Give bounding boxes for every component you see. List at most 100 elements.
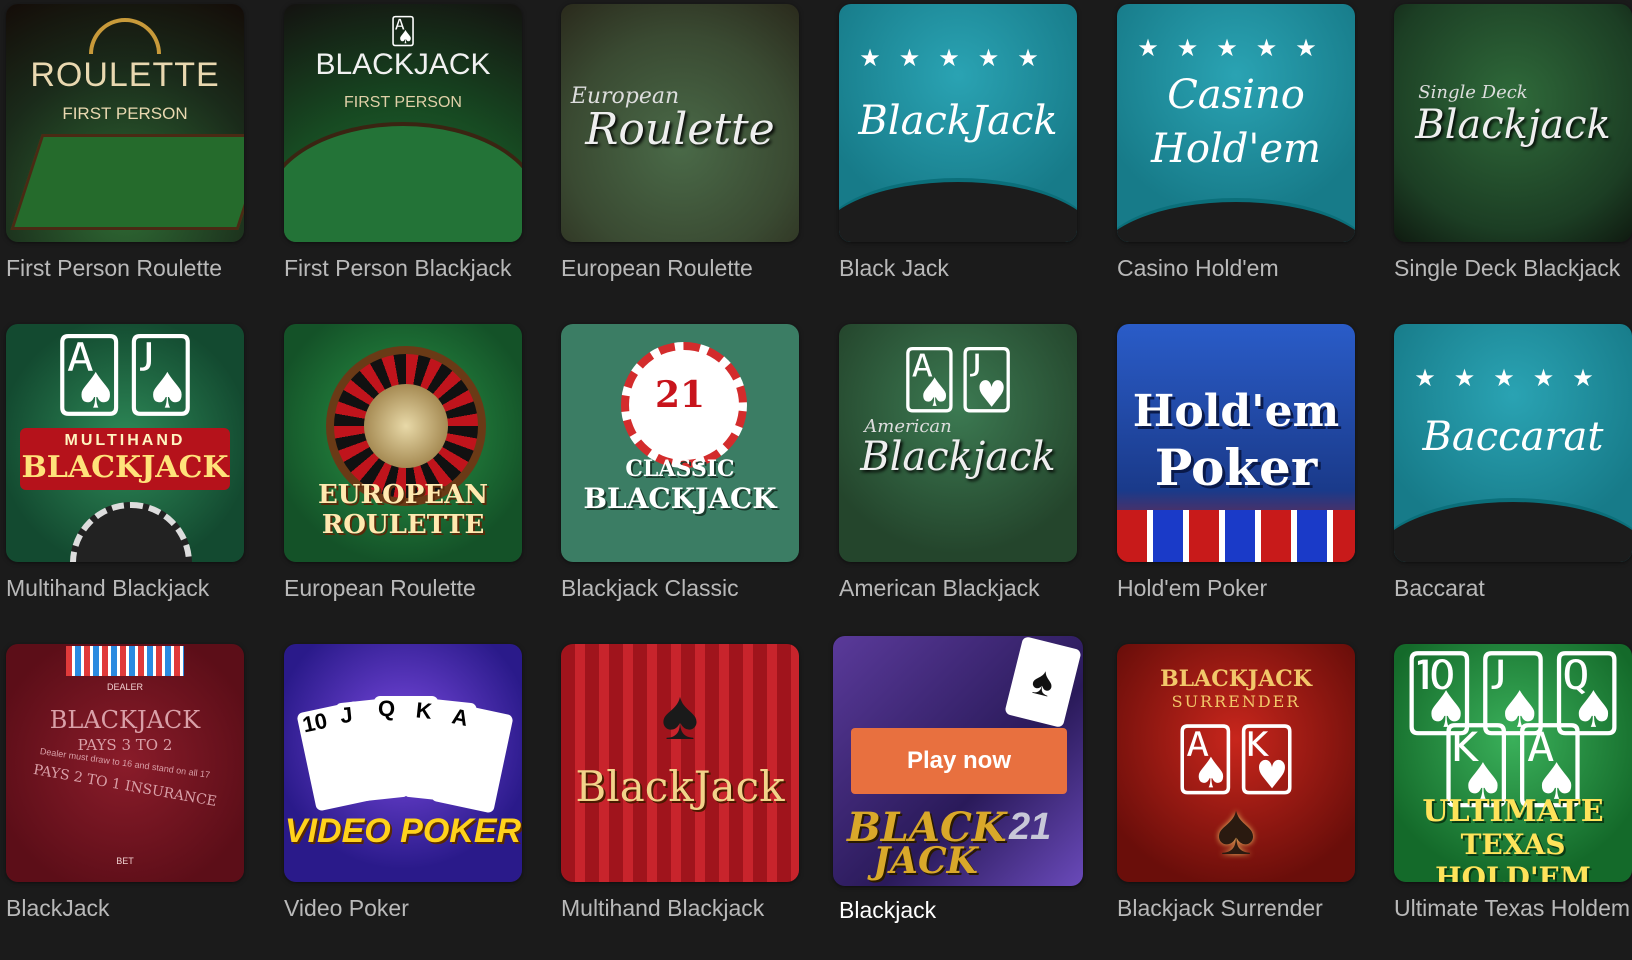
game-title[interactable]: Black Jack: [839, 254, 1077, 282]
playing-cards-icon: 10 J Q K A: [296, 696, 514, 816]
bet-label: BET: [116, 856, 134, 866]
game-card-holdem-poker[interactable]: Hold'em Poker Hold'em Poker: [1117, 324, 1355, 602]
game-card-casino-holdem[interactable]: ★★★★★ Casino Hold'em Casino Hold'em: [1117, 4, 1355, 282]
art-subtitle: TEXAS HOLD'EM: [1435, 828, 1591, 882]
art-title: Casino: [1167, 72, 1305, 118]
game-card-ultimate-texas-holdem[interactable]: 🂪🂫🂭🂮🂡 ULTIMATE TEXAS HOLD'EM Ultimate Te…: [1394, 644, 1632, 922]
dealer-label: DEALER: [106, 682, 143, 692]
art-subtitle: Roulette: [585, 104, 775, 155]
table-felt: [10, 134, 244, 230]
game-title[interactable]: Multihand Blackjack: [561, 894, 799, 922]
game-title[interactable]: Baccarat: [1394, 574, 1632, 602]
spade-icon: ♠: [661, 676, 699, 754]
game-title[interactable]: Multihand Blackjack: [6, 574, 244, 602]
playing-cards-icon: 🂡🂫: [53, 336, 197, 414]
game-title[interactable]: Blackjack: [839, 896, 1077, 924]
game-thumbnail[interactable]: DEALER BLACKJACK PAYS 3 TO 2 Dealer must…: [6, 644, 244, 882]
game-title[interactable]: Video Poker: [284, 894, 522, 922]
art-title: EUROPEAN: [317, 480, 489, 510]
game-title[interactable]: Ultimate Texas Holdem: [1394, 894, 1632, 922]
art-title: Hold'em: [1132, 386, 1340, 437]
game-card-video-poker[interactable]: 10 J Q K A VIDEO POKER Video Poker: [284, 644, 522, 922]
game-card-black-jack[interactable]: ★★★★★ BlackJack Black Jack: [839, 4, 1077, 282]
cards-icon: 🂡: [389, 16, 417, 46]
art-subtitle: JACK: [873, 840, 978, 882]
art-title: Baccarat: [1422, 414, 1604, 460]
art-title: CLASSIC: [625, 456, 735, 482]
game-thumbnail[interactable]: BLACKJACK SURRENDER 🂡🂾 ♠: [1117, 644, 1355, 882]
table-felt: [284, 122, 522, 242]
game-title[interactable]: European Roulette: [561, 254, 799, 282]
art-title: BlackJack: [858, 98, 1058, 144]
game-title[interactable]: Casino Hold'em: [1117, 254, 1355, 282]
stars-icon: ★★★★★: [1137, 35, 1335, 62]
art-subtitle: ROULETTE: [321, 510, 485, 540]
table-edge: [1394, 498, 1632, 562]
playing-cards-icon: 🂡🂾: [1174, 726, 1298, 793]
game-card-single-deck-blackjack[interactable]: Single Deck Blackjack Single Deck Blackj…: [1394, 4, 1632, 282]
art-title: ROULETTE: [30, 56, 220, 94]
game-thumbnail[interactable]: EUROPEAN ROULETTE: [284, 324, 522, 562]
game-thumbnail[interactable]: 🂡🂻 American Blackjack: [839, 324, 1077, 562]
art-title: BlackJack: [575, 762, 785, 811]
game-title[interactable]: Hold'em Poker: [1117, 574, 1355, 602]
game-card-european-roulette[interactable]: European Roulette European Roulette: [561, 4, 799, 282]
game-thumbnail[interactable]: ♠ BlackJack: [561, 644, 799, 882]
game-thumbnail[interactable]: Hold'em Poker: [1117, 324, 1355, 562]
game-title[interactable]: American Blackjack: [839, 574, 1077, 602]
art-number: 21: [1009, 806, 1052, 848]
art-title: VIDEO POKER: [284, 812, 522, 850]
game-title[interactable]: First Person Roulette: [6, 254, 244, 282]
game-thumbnail[interactable]: 10 J Q K A VIDEO POKER: [284, 644, 522, 882]
game-thumbnail[interactable]: ★★★★★ Baccarat: [1394, 324, 1632, 562]
game-thumbnail[interactable]: 🂡🂫 MULTIHAND BLACKJACK: [6, 324, 244, 562]
stars-icon: ★★★★★: [859, 45, 1057, 72]
game-thumbnail[interactable]: ♠ Play now BLACK JACK 21: [833, 636, 1083, 886]
game-title[interactable]: Single Deck Blackjack: [1394, 254, 1632, 282]
game-card-blackjack-21[interactable]: ♠ Play now BLACK JACK 21 Blackjack: [833, 636, 1083, 924]
game-card-blackjack-classic[interactable]: 21 CLASSIC BLACKJACK Blackjack Classic: [561, 324, 799, 602]
art-subtitle: Blackjack: [860, 434, 1056, 480]
game-card-blackjack-surrender[interactable]: BLACKJACK SURRENDER 🂡🂾 ♠ Blackjack Surre…: [1117, 644, 1355, 922]
art-title: MULTIHAND: [64, 432, 186, 449]
playing-cards-icon: 🂡🂻: [900, 348, 1016, 411]
game-title[interactable]: BlackJack: [6, 894, 244, 922]
game-title[interactable]: First Person Blackjack: [284, 254, 522, 282]
stars-icon: ★★★★★: [1414, 365, 1612, 392]
chips-stack: [1117, 510, 1355, 562]
game-card-european-roulette-2[interactable]: EUROPEAN ROULETTE European Roulette: [284, 324, 522, 602]
table-edge: [839, 178, 1077, 242]
game-card-blackjack-table[interactable]: DEALER BLACKJACK PAYS 3 TO 2 Dealer must…: [6, 644, 244, 922]
game-card-baccarat[interactable]: ★★★★★ Baccarat Baccarat: [1394, 324, 1632, 602]
game-thumbnail[interactable]: ★★★★★ BlackJack: [839, 4, 1077, 242]
game-thumbnail[interactable]: 🂡 BLACKJACK FIRST PERSON: [284, 4, 522, 242]
game-thumbnail[interactable]: ★★★★★ Casino Hold'em: [1117, 4, 1355, 242]
art-subtitle: FIRST PERSON: [344, 94, 462, 111]
chip-icon: [70, 502, 192, 562]
art-title: BLACKJACK: [315, 48, 491, 81]
game-card-first-person-blackjack[interactable]: 🂡 BLACKJACK FIRST PERSON First Person Bl…: [284, 4, 522, 282]
game-title[interactable]: Blackjack Surrender: [1117, 894, 1355, 922]
art-subtitle: Hold'em: [1151, 126, 1321, 172]
play-now-button[interactable]: Play now: [851, 728, 1067, 794]
game-card-multihand-blackjack-2[interactable]: ♠ BlackJack Multihand Blackjack: [561, 644, 799, 922]
chip-tray: [66, 646, 184, 676]
playing-cards-icon: 🂪🂫🂭🂮🂡: [1402, 654, 1624, 806]
game-card-multihand-blackjack[interactable]: 🂡🂫 MULTIHAND BLACKJACK Multihand Blackja…: [6, 324, 244, 602]
game-thumbnail[interactable]: Single Deck Blackjack: [1394, 4, 1632, 242]
art-title: BLACKJACK: [49, 706, 201, 734]
art-subtitle: Blackjack: [1415, 102, 1611, 148]
game-card-first-person-roulette[interactable]: ROULETTE FIRST PERSON First Person Roule…: [6, 4, 244, 282]
art-subtitle: FIRST PERSON: [62, 104, 188, 123]
game-grid: ROULETTE FIRST PERSON First Person Roule…: [0, 0, 1632, 960]
game-title[interactable]: European Roulette: [284, 574, 522, 602]
game-thumbnail[interactable]: ROULETTE FIRST PERSON: [6, 4, 244, 242]
art-subtitle: BLACKJACK: [21, 450, 229, 485]
game-title[interactable]: Blackjack Classic: [561, 574, 799, 602]
table-edge: [1117, 198, 1355, 242]
game-thumbnail[interactable]: 21 CLASSIC BLACKJACK: [561, 324, 799, 562]
game-thumbnail[interactable]: European Roulette: [561, 4, 799, 242]
game-card-american-blackjack[interactable]: 🂡🂻 American Blackjack American Blackjack: [839, 324, 1077, 602]
game-thumbnail[interactable]: 🂪🂫🂭🂮🂡 ULTIMATE TEXAS HOLD'EM: [1394, 644, 1632, 882]
spade-card-icon: ♠: [1004, 636, 1082, 729]
